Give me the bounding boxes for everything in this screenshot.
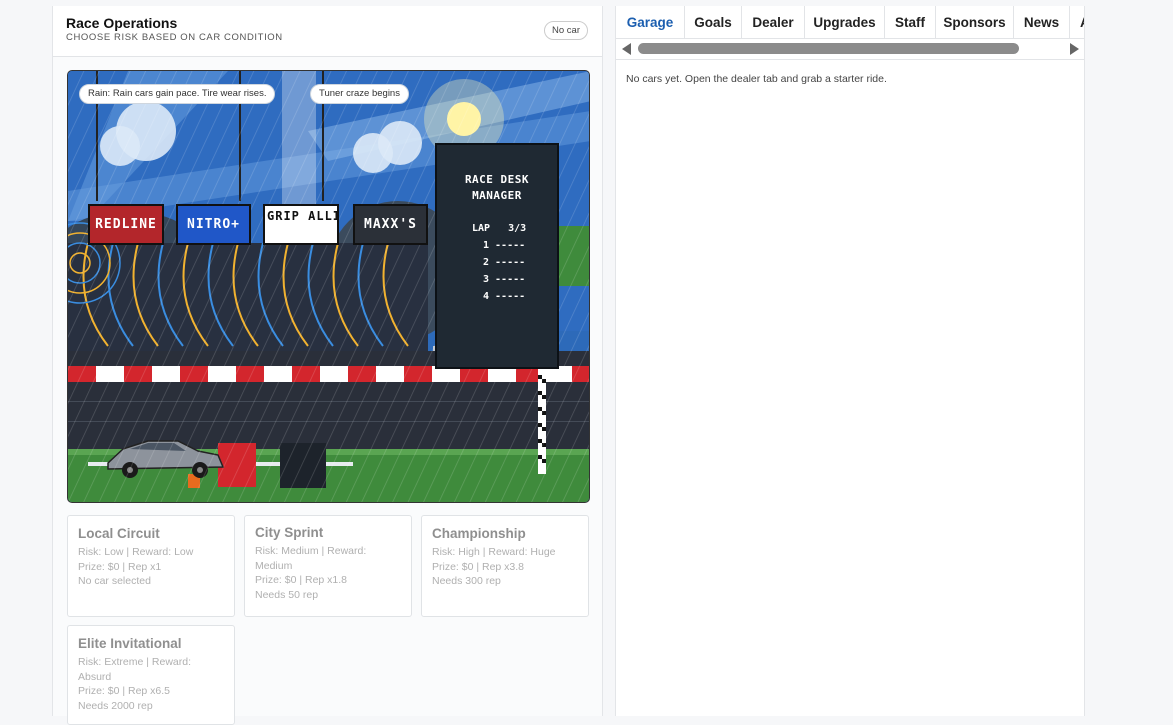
leaderboard-row: 2 ----- <box>483 257 526 268</box>
tab-news[interactable]: News <box>1014 6 1070 39</box>
management-panel: Garage Goals Dealer Upgrades Staff Spons… <box>615 6 1085 716</box>
scroll-right-icon[interactable] <box>1070 43 1079 55</box>
leaderboard-row: 3 ----- <box>483 274 526 285</box>
tab-overflow[interactable]: A <box>1070 6 1084 39</box>
race-card-local-circuit[interactable]: Local Circuit Risk: Low | Reward: Low Pr… <box>67 515 235 617</box>
race-title: Elite Invitational <box>78 636 182 651</box>
scroll-left-icon[interactable] <box>622 43 631 55</box>
race-info-line: No car selected <box>78 575 151 587</box>
race-info-line: Risk: High | Reward: Huge <box>432 546 556 558</box>
race-card-championship[interactable]: Championship Risk: High | Reward: Huge P… <box>421 515 589 617</box>
scrollbar-thumb[interactable] <box>638 43 1019 54</box>
race-card-elite-invitational[interactable]: Elite Invitational Risk: Extreme | Rewar… <box>67 625 235 725</box>
race-desk-title-line2: MANAGER <box>472 189 522 202</box>
lap-counter: LAP 3/3 <box>472 223 526 234</box>
race-info-line: Prize: $0 | Rep x1 <box>78 560 162 573</box>
race-desk-title: RACE DESK MANAGER <box>437 172 557 204</box>
leaderboard-row: 4 ----- <box>483 291 526 302</box>
race-info-line: Prize: $0 | Rep x1.8 <box>255 574 348 586</box>
race-info-line: Needs 300 rep <box>432 575 501 587</box>
sponsor-banner-grip-alliance: GRIP ALLIANCE <box>263 204 339 245</box>
race-desk-title-line1: RACE DESK <box>464 173 530 186</box>
race-card-city-sprint[interactable]: City Sprint Risk: Medium | Reward: Mediu… <box>244 515 412 617</box>
tab-garage[interactable]: Garage <box>616 6 685 39</box>
race-operations-panel: Race Operations CHOOSE RISK BASED ON CAR… <box>52 6 603 725</box>
race-info-line: Risk: Medium | Reward: <box>255 545 367 557</box>
race-scene: Rain: Rain cars gain pace. Tire wear ris… <box>67 70 590 503</box>
race-info-line: Risk: Extreme | Reward: <box>78 656 192 668</box>
race-desk-board: RACE DESK MANAGER LAP 3/3 1 ----- 2 ----… <box>435 143 559 369</box>
lap-label: LAP <box>472 223 491 234</box>
sponsor-banner-nitro: NITRO+ <box>176 204 251 245</box>
tab-dealer[interactable]: Dealer <box>742 6 805 39</box>
event-chip: Tuner craze begins <box>310 84 409 104</box>
divider <box>616 59 1084 60</box>
tab-bar: Garage Goals Dealer Upgrades Staff Spons… <box>616 6 1084 39</box>
leaderboard-row: 1 ----- <box>483 240 526 251</box>
garage-empty-message: No cars yet. Open the dealer tab and gra… <box>626 73 887 85</box>
race-info-line: Absurd <box>78 670 112 683</box>
race-info-line: Needs 50 rep <box>255 588 319 601</box>
tab-upgrades[interactable]: Upgrades <box>805 6 885 39</box>
tab-sponsors[interactable]: Sponsors <box>936 6 1014 39</box>
sponsor-banner-maxxs: MAXX'S <box>353 204 428 245</box>
race-title: City Sprint <box>255 525 324 540</box>
page-title: Race Operations <box>66 15 178 31</box>
tab-scrollbar[interactable] <box>616 40 1084 58</box>
ops-header: Race Operations CHOOSE RISK BASED ON CAR… <box>53 6 602 57</box>
race-title: Local Circuit <box>78 526 160 541</box>
race-info-line: Prize: $0 | Rep x3.8 <box>432 560 525 573</box>
race-info-line: Needs 2000 rep <box>78 699 153 712</box>
tab-goals[interactable]: Goals <box>685 6 742 39</box>
lap-value: 3/3 <box>508 223 527 234</box>
page-subtitle: CHOOSE RISK BASED ON CAR CONDITION <box>66 32 283 43</box>
race-title: Championship <box>432 526 526 541</box>
race-info-line: Medium <box>255 559 293 572</box>
race-info-line: Risk: Low | Reward: Low <box>78 546 194 558</box>
weather-chip: Rain: Rain cars gain pace. Tire wear ris… <box>79 84 276 104</box>
race-info-line: Prize: $0 | Rep x6.5 <box>78 685 171 697</box>
sponsor-banner-redline: REDLINE <box>88 204 164 245</box>
car-status-badge: No car <box>544 21 588 40</box>
tab-staff[interactable]: Staff <box>885 6 936 39</box>
